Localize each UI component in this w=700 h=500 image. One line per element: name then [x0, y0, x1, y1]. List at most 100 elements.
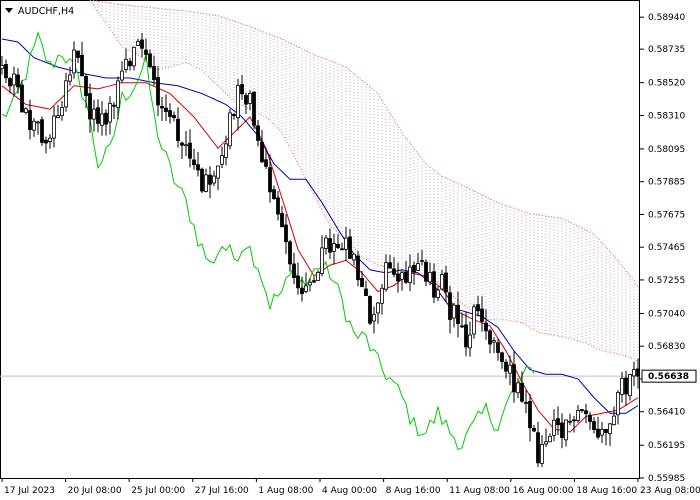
candle-body [188, 142, 192, 159]
candle-body [104, 112, 108, 125]
candle-body [408, 266, 412, 284]
candle-body [108, 103, 112, 123]
candle-body [632, 369, 636, 377]
candle-body [208, 174, 212, 185]
candle-body [616, 392, 620, 416]
candle-body [448, 292, 452, 320]
candle [472, 303, 476, 339]
candle-body [392, 268, 396, 275]
candle-body [528, 401, 532, 429]
candle-body [268, 167, 272, 193]
x-tick-label: 1 Aug 08:00 [258, 486, 313, 496]
candle-body [576, 410, 580, 421]
y-tick-label: 0.58520 [648, 79, 685, 89]
candle-body [236, 85, 240, 118]
y-tick-label: 0.56830 [648, 342, 685, 352]
candle-body [216, 165, 220, 179]
candle-body [40, 119, 44, 143]
price-chart[interactable]: 0.58940 0.58735 0.58520 0.58310 0.58095 0.578… [0, 0, 700, 500]
x-tick-label: 25 Jul 00:00 [131, 486, 185, 496]
candle-body [412, 264, 416, 273]
candle-body [536, 432, 540, 464]
candle-body [368, 295, 372, 324]
candle-body [292, 263, 296, 278]
candle-body [168, 110, 172, 117]
candle-body [272, 189, 276, 200]
candle-body [556, 418, 560, 426]
candle-body [340, 248, 344, 251]
candle-body [568, 420, 572, 423]
candle-body [176, 118, 180, 142]
candle-body [124, 58, 128, 70]
candle-body [44, 139, 48, 144]
candle-body [112, 104, 116, 107]
candle-body [280, 212, 284, 228]
y-tick-label: 0.57675 [648, 210, 685, 220]
candle-body [492, 340, 496, 343]
candle-body [220, 155, 224, 165]
candle-body [100, 113, 104, 126]
candle-body [596, 428, 600, 438]
candle-body [444, 272, 448, 293]
candle [40, 116, 44, 146]
time-axis: 17 Jul 2023 20 Jul 08:00 25 Jul 00:00 27 Ju… [1, 478, 700, 496]
candle-body [232, 114, 236, 117]
candle-body [356, 255, 360, 281]
candle-body [136, 40, 140, 46]
candle-body [60, 107, 64, 117]
y-tick-label: 0.58095 [648, 145, 685, 155]
candle-body [240, 84, 244, 95]
x-tick-label: 17 Jul 2023 [4, 486, 55, 496]
x-tick-label: 27 Jul 16:00 [195, 486, 249, 496]
candle-body [288, 241, 292, 265]
candle-body [380, 287, 384, 304]
candle-body [464, 324, 468, 348]
candle-body [352, 253, 356, 261]
candle-body [608, 423, 612, 434]
candle-body [140, 39, 144, 49]
candle-body [496, 342, 500, 353]
y-tick-label: 0.57885 [648, 178, 685, 188]
candle-body [120, 70, 124, 81]
candle-body [172, 115, 176, 119]
candle-body [484, 322, 488, 332]
x-tick-label: 20 Jul 08:00 [68, 486, 122, 496]
candle-body [516, 382, 520, 394]
candle-body [624, 377, 628, 395]
candle-body [336, 243, 340, 249]
candle-body [244, 95, 248, 105]
candle-body [456, 304, 460, 325]
candle-body [548, 435, 552, 443]
candle-body [636, 368, 640, 377]
candle-body [376, 302, 380, 314]
candle-body [360, 277, 364, 288]
candle-body [320, 247, 324, 274]
candle-body [384, 262, 388, 290]
candle-body [332, 243, 336, 252]
x-tick-label: 16 Aug 00:00 [513, 486, 574, 496]
y-tick-label: 0.57465 [648, 243, 685, 253]
candle-body [252, 91, 256, 126]
candle-body [20, 84, 24, 113]
candle-body [364, 288, 368, 297]
candle-body [504, 361, 508, 372]
candle-body [4, 64, 8, 79]
candle-body [264, 159, 268, 167]
candle-body [404, 271, 408, 283]
candle-body [604, 429, 608, 433]
candle-body [424, 261, 428, 282]
candle-body [524, 402, 528, 404]
x-tick-label: 18 Aug 16:00 [576, 486, 637, 496]
candle-body [400, 272, 404, 280]
candle-body [488, 330, 492, 345]
current-price-label: 0.56638 [648, 372, 689, 382]
candle-body [468, 334, 472, 349]
candle-body [584, 410, 588, 415]
x-tick-label: 4 Aug 00:00 [322, 486, 377, 496]
y-tick-label: 0.58940 [648, 13, 685, 23]
symbol-label: AUDCHF,H4 [18, 6, 74, 17]
candle-body [428, 271, 432, 283]
candle-body [196, 164, 200, 171]
candle-body [284, 224, 288, 243]
candle-body [416, 263, 420, 271]
